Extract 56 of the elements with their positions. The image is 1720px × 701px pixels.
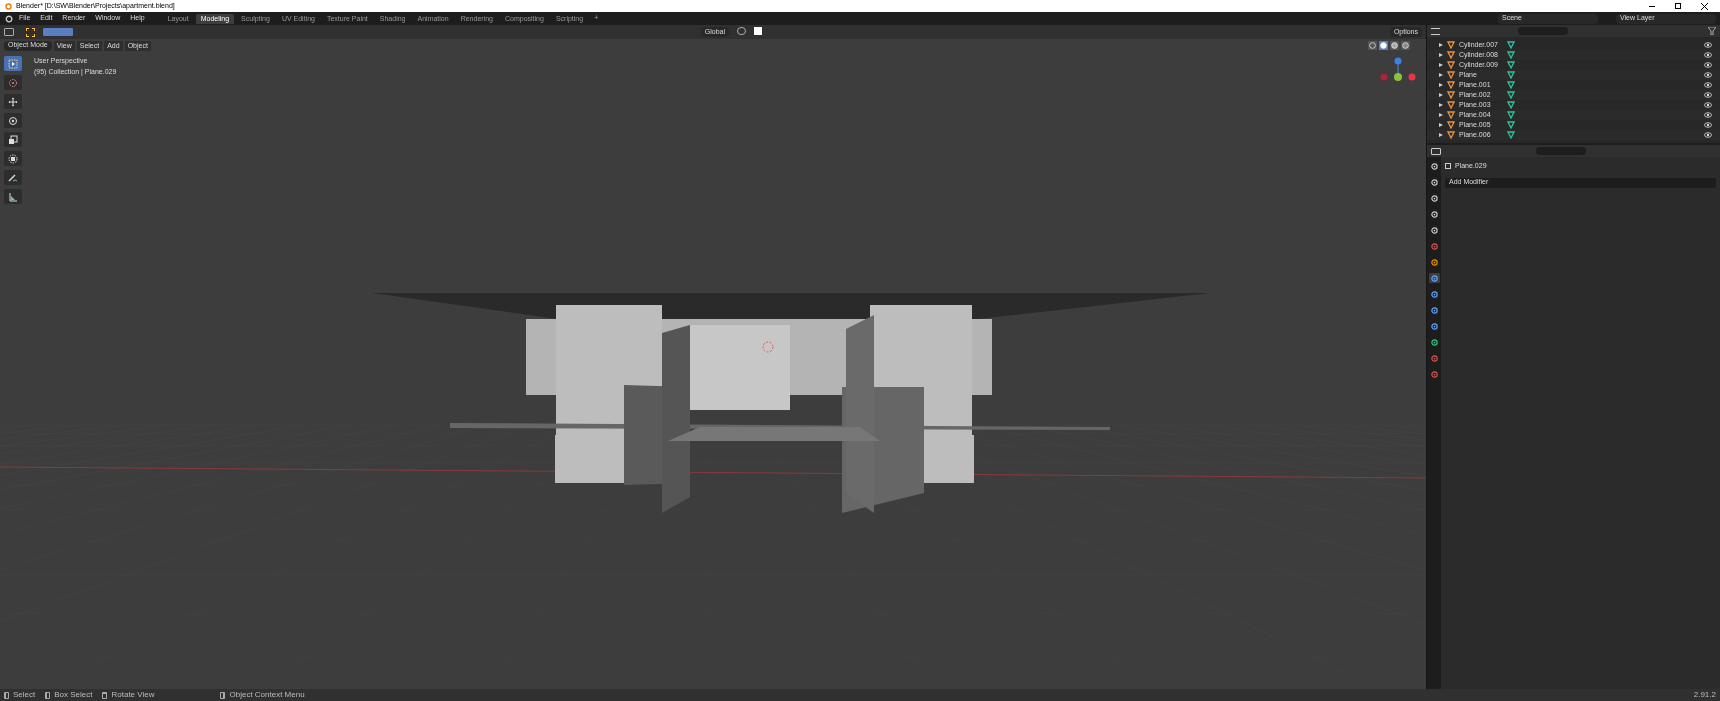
eye-icon[interactable] — [1704, 92, 1712, 98]
close-icon[interactable] — [1701, 2, 1708, 10]
eye-icon[interactable] — [1704, 82, 1712, 88]
tool-button[interactable] — [4, 113, 22, 128]
proportional-edit-icon[interactable] — [754, 27, 763, 35]
tool-button[interactable] — [4, 170, 22, 185]
filter-icon[interactable] — [1708, 27, 1716, 35]
tool-button[interactable] — [4, 94, 22, 109]
pencil-icon — [8, 172, 18, 183]
shading-mode-button[interactable] — [1368, 41, 1377, 50]
expand-arrow-icon[interactable] — [1439, 43, 1443, 47]
ruler-icon — [8, 191, 18, 202]
expand-arrow-icon[interactable] — [1439, 83, 1443, 87]
mouse-icon — [220, 691, 226, 699]
eye-icon[interactable] — [1704, 132, 1712, 138]
select-tool-icon[interactable] — [26, 27, 35, 37]
rotate-icon — [8, 115, 18, 126]
version-label: 2.91.2 — [1693, 689, 1716, 701]
mouse-icon — [45, 691, 51, 699]
editor-type-icon[interactable] — [4, 28, 14, 36]
eye-icon[interactable] — [1704, 122, 1712, 128]
eye-icon[interactable] — [1704, 62, 1712, 68]
display-mode-icon[interactable] — [1431, 27, 1440, 35]
eye-icon[interactable] — [1704, 102, 1712, 108]
shading-mode-button[interactable] — [1390, 41, 1399, 50]
eye-icon[interactable] — [1704, 52, 1712, 58]
eye-icon[interactable] — [1704, 72, 1712, 78]
mouse-icon — [4, 691, 9, 699]
status-hint: Select — [13, 689, 36, 701]
shading-mode-button[interactable] — [1379, 41, 1388, 50]
expand-arrow-icon[interactable] — [1439, 123, 1443, 127]
restore-icon[interactable] — [1675, 3, 1681, 9]
minimize-icon[interactable] — [1649, 5, 1655, 7]
scale-icon — [8, 134, 18, 145]
expand-arrow-icon[interactable] — [1439, 93, 1443, 97]
tool-button[interactable] — [4, 151, 22, 166]
mouse-icon — [102, 691, 108, 699]
eye-icon[interactable] — [1704, 42, 1712, 48]
crosshair-icon — [8, 77, 18, 88]
shading-mode-button[interactable] — [1401, 41, 1410, 50]
eye-icon[interactable] — [1704, 112, 1712, 118]
status-hint: Object Context Menu — [229, 689, 305, 701]
status-hint: Rotate View — [111, 689, 155, 701]
tool-button[interactable] — [4, 189, 22, 204]
expand-arrow-icon[interactable] — [1439, 133, 1443, 137]
expand-arrow-icon[interactable] — [1439, 53, 1443, 57]
transform-icon — [8, 153, 18, 164]
object-type-icon — [1445, 163, 1451, 170]
status-hint: Box Select — [54, 689, 93, 701]
tool-button[interactable] — [4, 132, 22, 147]
expand-arrow-icon[interactable] — [1439, 113, 1443, 117]
expand-arrow-icon[interactable] — [1439, 63, 1443, 67]
expand-arrow-icon[interactable] — [1439, 73, 1443, 77]
move-arrows-icon — [8, 96, 18, 107]
expand-arrow-icon[interactable] — [1439, 103, 1443, 107]
editor-type-icon[interactable] — [1431, 147, 1441, 155]
